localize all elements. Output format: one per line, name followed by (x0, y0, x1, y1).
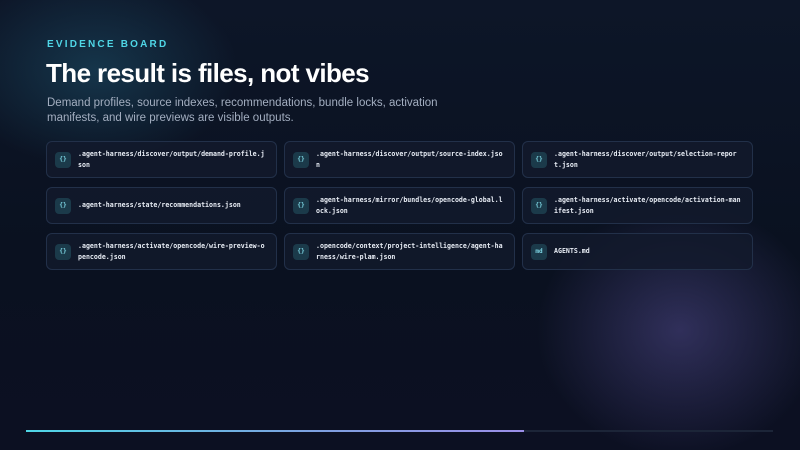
json-file-icon: {} (293, 243, 309, 260)
file-path: .agent-harness/mirror/bundles/opencode-g… (316, 196, 503, 215)
file-card: {} .agent-harness/mirror/bundles/opencod… (284, 187, 515, 224)
file-path: .agent-harness/discover/output/selection… (554, 150, 737, 169)
file-card: {} .agent-harness/activate/opencode/acti… (522, 187, 753, 224)
page-subtitle: Demand profiles, source indexes, recomme… (47, 97, 438, 124)
json-file-icon: {} (55, 197, 71, 214)
file-card: {} .agent-harness/state/recommendations.… (46, 187, 277, 224)
file-card: {} .opencode/context/project-intelligenc… (284, 233, 515, 270)
json-file-icon: {} (531, 151, 547, 168)
json-file-icon: {} (55, 151, 71, 168)
file-path: .agent-harness/activate/opencode/activat… (554, 196, 741, 215)
slide-progress-bar (26, 430, 773, 432)
json-file-icon: {} (55, 243, 71, 260)
file-path: AGENTS.md (554, 247, 590, 256)
eyebrow-label: EVIDENCE BOARD (47, 39, 169, 50)
markdown-file-icon: md (531, 243, 547, 260)
file-path: .agent-harness/discover/output/demand-pr… (78, 150, 265, 169)
file-path: .agent-harness/state/recommendations.jso… (78, 201, 241, 210)
json-file-icon: {} (531, 197, 547, 214)
file-path: .opencode/context/project-intelligence/a… (316, 242, 503, 261)
file-card: {} .agent-harness/discover/output/select… (522, 141, 753, 178)
json-file-icon: {} (293, 151, 309, 168)
file-path: .agent-harness/discover/output/source-in… (316, 150, 503, 169)
slide-progress-fill (26, 430, 525, 432)
page-title: The result is files, not vibes (46, 58, 370, 88)
file-card: md AGENTS.md (522, 233, 753, 270)
file-card: {} .agent-harness/activate/opencode/wire… (46, 233, 277, 270)
json-file-icon: {} (293, 197, 309, 214)
file-card: {} .agent-harness/discover/output/demand… (46, 141, 277, 178)
file-path: .agent-harness/activate/opencode/wire-pr… (78, 242, 265, 261)
file-card: {} .agent-harness/discover/output/source… (284, 141, 515, 178)
file-card-grid: {} .agent-harness/discover/output/demand… (46, 141, 753, 270)
